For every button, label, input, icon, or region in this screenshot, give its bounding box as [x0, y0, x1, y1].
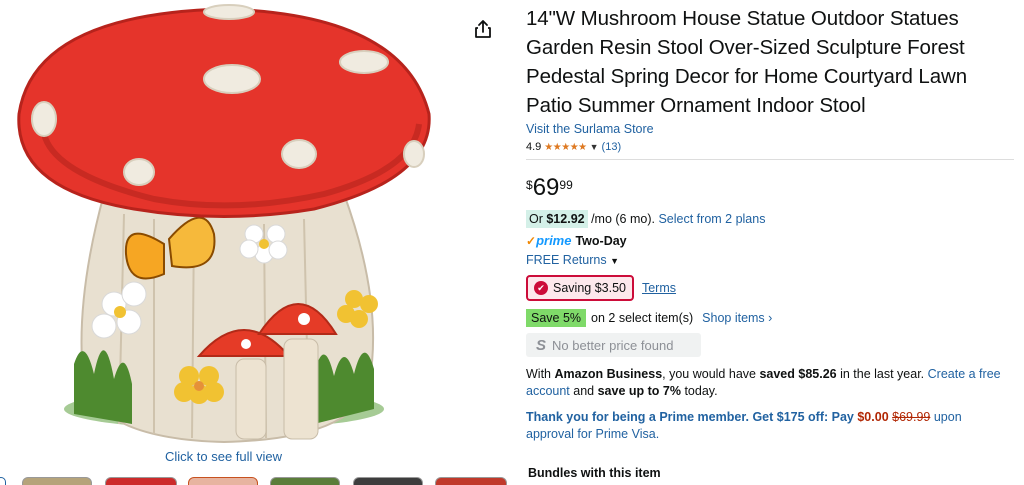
monthly-suffix: /mo (6 mo).	[591, 212, 655, 226]
thumbnail[interactable]	[22, 477, 92, 485]
select-plans-link[interactable]: Select from 2 plans	[658, 212, 765, 226]
share-icon[interactable]	[472, 18, 494, 40]
price-symbol: $	[526, 178, 533, 192]
shop-items-link[interactable]: Shop items ›	[702, 311, 772, 325]
price-fraction: 99	[559, 178, 573, 192]
star-rating-icon[interactable]: ★★★★★	[544, 142, 587, 153]
chevron-down-icon[interactable]: ▼	[590, 142, 599, 152]
store-link[interactable]: Visit the Surlama Store	[526, 122, 654, 136]
prime-check-icon: ✓	[526, 233, 537, 248]
monthly-amount: $12.92	[546, 212, 585, 226]
thumbnail[interactable]	[105, 477, 177, 485]
business-brand: Amazon Business	[554, 367, 663, 381]
rating-count[interactable]: (13)	[602, 141, 622, 153]
no-better-price-button[interactable]: S No better price found	[526, 333, 701, 357]
monthly-or: Or	[529, 212, 547, 226]
prime-visa-original-price: $69.99	[892, 410, 931, 424]
product-image[interactable]	[14, 4, 434, 444]
business-saved: saved $85.26	[759, 367, 837, 381]
thumbnail[interactable]	[435, 477, 507, 485]
monthly-payment: Or $12.92 /mo (6 mo). Select from 2 plan…	[526, 210, 1016, 228]
saving-row: ✔ Saving $3.50 Terms	[526, 275, 1016, 301]
business-text: in the last year.	[836, 367, 928, 381]
thumbnail[interactable]	[0, 477, 6, 485]
full-view-link[interactable]: Click to see full view	[165, 449, 282, 464]
business-text: , you would have	[662, 367, 760, 381]
prime-visa-offer: Thank you for being a Prime member. Get …	[526, 410, 858, 424]
image-gallery: Click to see full view	[0, 0, 510, 485]
thumbnail[interactable]	[188, 477, 258, 485]
free-returns[interactable]: FREE Returns ▼	[526, 253, 1016, 267]
prime-delivery-speed: Two-Day	[575, 233, 627, 248]
product-details: 14"W Mushroom House Statue Outdoor Statu…	[526, 0, 1016, 443]
save-percent-row: Save 5% on 2 select item(s) Shop items ›	[526, 309, 1016, 327]
prime-visa-promo[interactable]: Thank you for being a Prime member. Get …	[526, 409, 1006, 443]
save-percent-text: on 2 select item(s)	[591, 311, 694, 325]
price: $ 69 99	[526, 176, 1016, 202]
chevron-down-icon[interactable]: ▼	[610, 256, 619, 266]
saving-badge[interactable]: ✔ Saving $3.50	[526, 275, 634, 301]
prime-visa-price: $0.00	[857, 410, 889, 424]
prime-delivery: ✓ prime Two-Day	[526, 233, 1016, 248]
price-whole: 69	[532, 174, 560, 201]
amazon-business-promo: With Amazon Business, you would have sav…	[526, 366, 1006, 400]
terms-link[interactable]: Terms	[642, 281, 676, 295]
thumbnail[interactable]	[353, 477, 423, 485]
rating-row: 4.9 ★★★★★ ▼ (13)	[526, 141, 1014, 160]
no-better-price-text: No better price found	[552, 337, 674, 353]
thumbnail[interactable]	[270, 477, 340, 485]
business-text: With	[526, 367, 555, 381]
business-text: today.	[680, 384, 718, 398]
product-title: 14"W Mushroom House Statue Outdoor Statu…	[526, 7, 968, 117]
saving-label: Saving $3.50	[553, 281, 626, 295]
bundles-heading: Bundles with this item	[528, 466, 661, 480]
prime-logo: prime	[536, 233, 572, 248]
business-text: and	[569, 384, 598, 398]
check-circle-icon: ✔	[534, 281, 548, 295]
thumbnail-strip	[0, 477, 520, 485]
save-percent-badge: Save 5%	[526, 309, 587, 327]
price-tracker-icon: S	[536, 336, 547, 354]
rating-value: 4.9	[526, 141, 542, 153]
free-returns-label[interactable]: FREE Returns	[526, 253, 607, 267]
monthly-highlight: Or $12.92	[526, 210, 588, 228]
business-save-up: save up to 7%	[597, 384, 681, 398]
